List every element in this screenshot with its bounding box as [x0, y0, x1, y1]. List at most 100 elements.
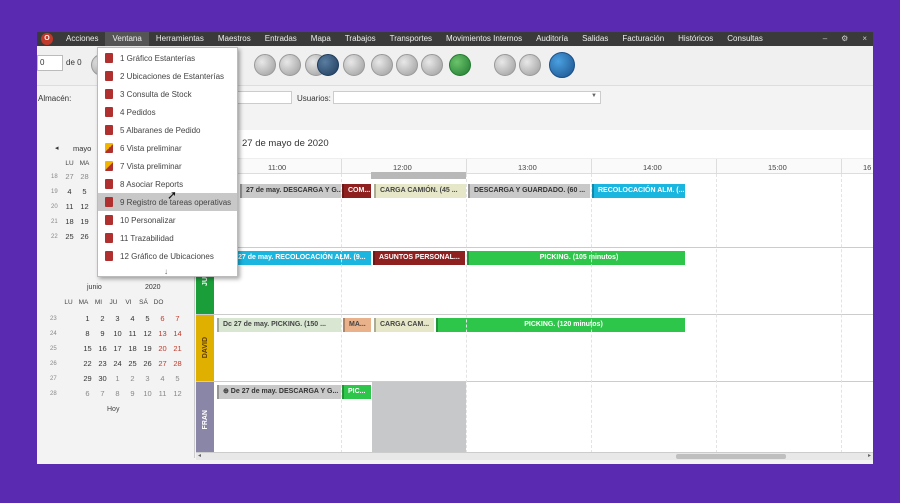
- calendar-day[interactable]: 17: [110, 342, 125, 356]
- menu-item-vista-preliminar-6[interactable]: 6 Vista preliminar: [98, 139, 237, 157]
- toolbar-button[interactable]: [494, 54, 516, 76]
- calendar-day[interactable]: 18: [125, 342, 140, 356]
- menu-more-arrow-icon[interactable]: ↓: [164, 267, 168, 276]
- usuarios-select[interactable]: ▼: [333, 91, 601, 104]
- calendar-day[interactable]: 25: [125, 357, 140, 371]
- calendar-day[interactable]: 19: [140, 342, 155, 356]
- calendar-day[interactable]: 27: [62, 170, 77, 184]
- calendar-day[interactable]: 20: [155, 342, 170, 356]
- save-icon[interactable]: [317, 54, 339, 76]
- calendar-day[interactable]: 14: [170, 327, 185, 341]
- calendar-day[interactable]: 3: [110, 312, 125, 326]
- minimize-icon[interactable]: –: [823, 32, 827, 46]
- calendar-day[interactable]: 30: [95, 372, 110, 386]
- event-block[interactable]: PICKING. (105 minutos): [467, 251, 685, 265]
- horizontal-scrollbar[interactable]: ◂ ▸: [196, 452, 873, 460]
- calendar-day[interactable]: 24: [110, 357, 125, 371]
- menu-item-albaranes-pedido[interactable]: 5 Albaranes de Pedido: [98, 121, 237, 139]
- calendar-day[interactable]: 25: [62, 230, 77, 244]
- calendar-day[interactable]: 11: [155, 387, 170, 401]
- menu-trabajos[interactable]: Trabajos: [338, 32, 383, 46]
- calendar-day[interactable]: 26: [140, 357, 155, 371]
- toolbar-button[interactable]: [519, 54, 541, 76]
- calendar-day[interactable]: 22: [80, 357, 95, 371]
- calendar-day[interactable]: 10: [140, 387, 155, 401]
- menu-mapa[interactable]: Mapa: [304, 32, 338, 46]
- menu-consultas[interactable]: Consultas: [720, 32, 770, 46]
- calendar-day[interactable]: 27: [155, 357, 170, 371]
- calendar-day[interactable]: 7: [170, 312, 185, 326]
- calendar-day[interactable]: 4: [155, 372, 170, 386]
- toolbar-button[interactable]: [421, 54, 443, 76]
- prev-month-icon[interactable]: ◂: [55, 144, 59, 154]
- event-block[interactable]: ⊕ De 27 de may. DESCARGA Y G...: [217, 385, 341, 399]
- calendar-day[interactable]: 15: [80, 342, 95, 356]
- scroll-left-icon[interactable]: ◂: [198, 452, 201, 459]
- chevron-down-icon[interactable]: ▼: [591, 93, 597, 99]
- calendar-day[interactable]: 5: [140, 312, 155, 326]
- calendar-day[interactable]: 9: [125, 387, 140, 401]
- calendar-day[interactable]: 12: [140, 327, 155, 341]
- event-block[interactable]: MA...: [343, 318, 371, 332]
- menu-entradas[interactable]: Entradas: [258, 32, 304, 46]
- calendar-day[interactable]: 4: [125, 312, 140, 326]
- print-icon[interactable]: [549, 52, 575, 78]
- calendar-day[interactable]: 1: [80, 312, 95, 326]
- toolbar-button[interactable]: [396, 54, 418, 76]
- menu-transportes[interactable]: Transportes: [383, 32, 439, 46]
- menu-item-personalizar[interactable]: 10 Personalizar: [98, 211, 237, 229]
- settings-icon[interactable]: ⚙: [841, 32, 848, 46]
- scroll-right-icon[interactable]: ▸: [868, 452, 871, 459]
- calendar-day[interactable]: 6: [155, 312, 170, 326]
- menu-maestros[interactable]: Maestros: [211, 32, 258, 46]
- event-block[interactable]: RECOLOCACIÓN ALM. (...: [592, 184, 685, 198]
- today-button[interactable]: Hoy: [107, 406, 119, 413]
- event-block[interactable]: 27 de may. DESCARGA Y G...: [240, 184, 341, 198]
- page-number-input[interactable]: 0: [37, 55, 63, 71]
- calendar-day[interactable]: 7: [95, 387, 110, 401]
- menu-item-ubicaciones-estanterias[interactable]: 2 Ubicaciones de Estanterías: [98, 67, 237, 85]
- calendar-day[interactable]: 8: [110, 387, 125, 401]
- menu-item-vista-preliminar-7[interactable]: 7 Vista preliminar: [98, 157, 237, 175]
- calendar-day[interactable]: 9: [95, 327, 110, 341]
- event-block[interactable]: 27 de may. RECOLOCACIÓN ALM. (9...: [232, 251, 371, 265]
- menu-movimientos-internos[interactable]: Movimientos Internos: [439, 32, 529, 46]
- scroll-thumb[interactable]: [676, 454, 786, 459]
- menu-item-trazabilidad[interactable]: 11 Trazabilidad: [98, 229, 237, 247]
- menu-historicos[interactable]: Históricos: [671, 32, 720, 46]
- calendar-day[interactable]: 2: [95, 312, 110, 326]
- menu-auditoria[interactable]: Auditoría: [529, 32, 575, 46]
- refresh-icon[interactable]: [449, 54, 471, 76]
- calendar-day[interactable]: 12: [170, 387, 185, 401]
- menu-herramientas[interactable]: Herramientas: [149, 32, 211, 46]
- event-block[interactable]: DESCARGA Y GUARDADO. (60 ...: [468, 184, 590, 198]
- toolbar-button[interactable]: [343, 54, 365, 76]
- calendar-day[interactable]: 4: [62, 185, 77, 199]
- calendar-day[interactable]: 8: [80, 327, 95, 341]
- calendar-day[interactable]: 28: [170, 357, 185, 371]
- calendar-day[interactable]: 11: [62, 200, 77, 214]
- calendar-day[interactable]: 2: [125, 372, 140, 386]
- calendar-day[interactable]: 19: [77, 215, 92, 229]
- calendar-day[interactable]: 18: [62, 215, 77, 229]
- calendar-day[interactable]: 13: [155, 327, 170, 341]
- calendar-day[interactable]: 23: [95, 357, 110, 371]
- event-block[interactable]: CARGA CAMIÓN. (45 ...: [374, 184, 466, 198]
- calendar-day[interactable]: 5: [77, 185, 92, 199]
- toolbar-button[interactable]: [279, 54, 301, 76]
- calendar-day[interactable]: 5: [170, 372, 185, 386]
- calendar-day[interactable]: 26: [77, 230, 92, 244]
- toolbar-button[interactable]: [371, 54, 393, 76]
- calendar-day[interactable]: 21: [170, 342, 185, 356]
- menu-acciones[interactable]: Acciones: [59, 32, 105, 46]
- menu-facturacion[interactable]: Facturación: [615, 32, 671, 46]
- menu-item-consulta-stock[interactable]: 3 Consulta de Stock: [98, 85, 237, 103]
- event-block[interactable]: COM...: [342, 184, 371, 198]
- event-block[interactable]: ASUNTOS PERSONAL...: [373, 251, 465, 265]
- calendar-day[interactable]: 1: [110, 372, 125, 386]
- menu-item-grafico-estanterias[interactable]: 1 Gráfico Estanterías: [98, 49, 237, 67]
- calendar-day[interactable]: 16: [95, 342, 110, 356]
- calendar-day[interactable]: 12: [77, 200, 92, 214]
- calendar-day[interactable]: 10: [110, 327, 125, 341]
- event-block[interactable]: PICKING. (120 minutos): [436, 318, 685, 332]
